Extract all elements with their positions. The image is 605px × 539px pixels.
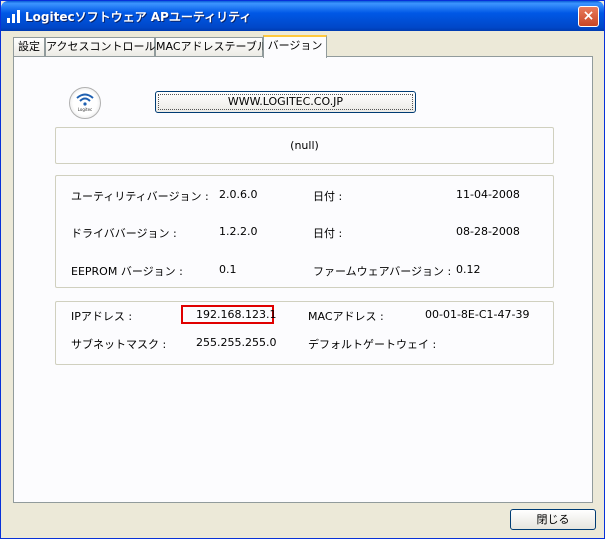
version-info-group: ユーティリティバージョン : 2.0.6.0 日付 : 11-04-2008 ド… [55,175,554,288]
eeprom-version-value: 0.1 [219,263,237,276]
status-text: (null) [290,139,319,152]
utility-date-value: 11-04-2008 [456,188,520,201]
window-close-icon[interactable]: × [578,6,599,27]
tab-settings[interactable]: 設定 [13,37,45,56]
firmware-version-value: 0.12 [456,263,481,276]
network-info-group: IPアドレス : 192.168.123.1 MACアドレス : 00-01-8… [55,301,554,365]
version-tab-panel: Logitec WWW.LOGITEC.CO.JP (null) ユーティリティ… [13,56,593,503]
title-bar[interactable]: Logitecソフトウェア APユーティリティ × [1,1,604,31]
subnet-mask-value: 255.255.255.0 [196,336,277,349]
logitec-app-icon [7,10,20,23]
subnet-mask-label: サブネットマスク : [71,338,167,351]
window-title: Logitecソフトウェア APユーティリティ [25,10,252,24]
status-group: (null) [55,127,554,164]
driver-version-label: ドライババージョン : [71,227,177,240]
mac-address-label: MACアドレス : [308,310,384,323]
logo-text: Logitec [77,107,93,112]
mac-address-value: 00-01-8E-C1-47-39 [425,308,530,321]
ip-address-label: IPアドレス : [71,310,133,323]
driver-version-value: 1.2.2.0 [219,225,258,238]
tab-version[interactable]: バージョン [263,35,327,58]
website-link-button[interactable]: WWW.LOGITEC.CO.JP [155,91,416,113]
default-gateway-label: デフォルトゲートウェイ : [308,338,437,351]
close-button[interactable]: 閉じる [510,509,596,530]
driver-date-label: 日付 : [313,227,343,240]
driver-date-value: 08-28-2008 [456,225,520,238]
eeprom-version-label: EEPROM バージョン : [71,265,183,278]
firmware-version-label: ファームウェアバージョン : [313,265,452,278]
app-window: Logitecソフトウェア APユーティリティ × 設定 アクセスコントロール … [0,0,605,539]
tab-access-control[interactable]: アクセスコントロール [45,37,155,56]
utility-version-value: 2.0.6.0 [219,188,258,201]
tab-mac-address-table[interactable]: MACアドレステーブル [155,37,268,56]
utility-date-label: 日付 : [313,190,343,203]
logitec-wifi-logo-icon: Logitec [69,87,101,119]
ip-address-value: 192.168.123.1 [196,308,277,321]
utility-version-label: ユーティリティバージョン : [71,190,209,203]
